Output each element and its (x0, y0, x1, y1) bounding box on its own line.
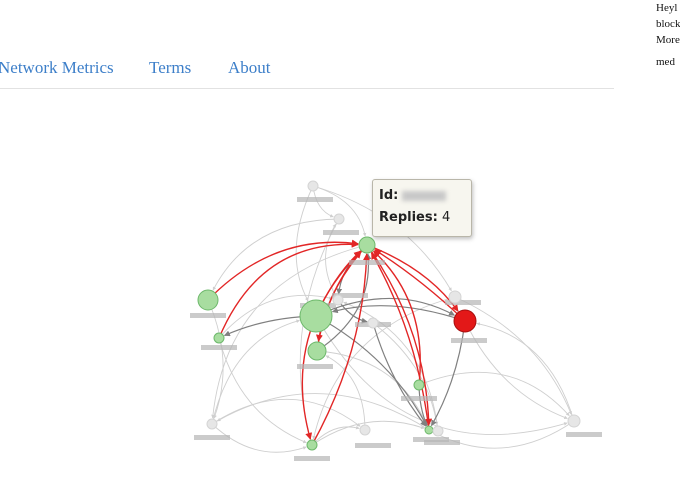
node-label-redacted (451, 338, 487, 343)
graph-node-n11[interactable] (333, 213, 345, 225)
node-label-redacted (201, 345, 237, 350)
graph-node-n9[interactable] (424, 425, 434, 435)
graph-node-n7[interactable] (413, 379, 425, 391)
graph-node-n13[interactable] (332, 294, 344, 306)
tooltip-id-redacted (402, 190, 447, 201)
graph-node-n15[interactable] (206, 418, 218, 430)
node-label-redacted (566, 432, 602, 437)
graph-node-n8[interactable] (306, 439, 318, 451)
edge-light-24 (211, 398, 361, 427)
edges-highlighted (207, 239, 466, 446)
tooltip-id-row: Id: (379, 185, 465, 207)
node-tooltip: Id: Replies: 4 (372, 179, 472, 237)
tooltip-replies-label: Replies: (379, 210, 438, 225)
node-label-redacted (190, 313, 226, 318)
tooltip-id-label: Id: (379, 188, 399, 203)
graph-node-n17[interactable] (359, 424, 371, 436)
tooltip-replies-row: Replies: 4 (379, 207, 465, 229)
edge-light-26 (312, 296, 456, 440)
node-label-redacted (424, 440, 460, 445)
graph-node-n12[interactable] (448, 290, 462, 304)
graph-node-n18[interactable] (432, 425, 444, 437)
graph-node-n10[interactable] (307, 180, 319, 192)
edge-light-7 (218, 337, 307, 444)
edge-light-20 (315, 315, 568, 435)
node-label-redacted (323, 230, 359, 235)
node-label-redacted (194, 435, 230, 440)
edge-light-14 (343, 301, 439, 432)
node-label-redacted (297, 197, 333, 202)
edge-light-3 (212, 218, 340, 291)
graph-node-n16[interactable] (567, 414, 581, 428)
edge-light-2 (312, 185, 367, 237)
graph-node-n4[interactable] (358, 236, 376, 254)
node-label-redacted (355, 443, 391, 448)
edge-light-10 (476, 322, 575, 422)
edge-light-15 (311, 425, 360, 446)
network-graph[interactable] (0, 0, 680, 500)
node-label-redacted (401, 396, 437, 401)
tooltip-replies-value: 4 (441, 210, 451, 225)
graph-node-n1[interactable] (197, 289, 219, 311)
graph-node-n2[interactable] (299, 299, 333, 333)
graph-node-n3[interactable] (307, 341, 327, 361)
graph-node-n14[interactable] (367, 317, 379, 329)
node-label-redacted (297, 364, 333, 369)
graph-node-n6[interactable] (453, 309, 477, 333)
node-label-redacted (349, 260, 385, 265)
graph-node-n5[interactable] (213, 332, 225, 344)
node-label-redacted (294, 456, 330, 461)
edge-highlight-0 (207, 239, 359, 301)
